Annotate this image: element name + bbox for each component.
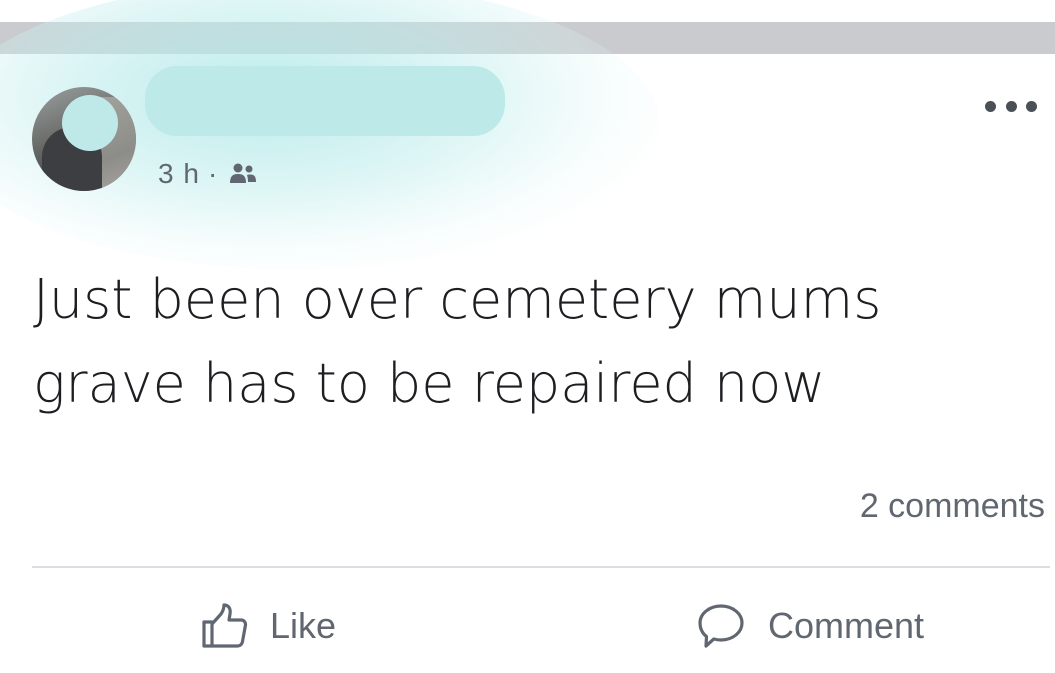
meta-separator: · [207, 158, 219, 189]
post-body: Just been over cemetery mums grave has to… [33, 258, 1023, 426]
comment-count[interactable]: 2 comments [860, 487, 1045, 526]
top-strip [0, 0, 1055, 22]
thumbs-up-icon [202, 603, 248, 648]
post-screenshot: 3 h · Just been over cemetery mums grave … [0, 0, 1055, 673]
more-dot [1005, 100, 1017, 112]
like-button[interactable]: Like [200, 596, 336, 656]
post-meta: 3 h · [158, 156, 258, 192]
friends-icon [230, 163, 257, 183]
post-timestamp[interactable]: 3 h [158, 158, 200, 190]
header-separator-bar [0, 22, 1055, 54]
post-text-line-2: grave has to be repaired now [33, 352, 826, 415]
post-text-line-1: Just been over cemetery mums [33, 268, 882, 331]
like-label: Like [270, 605, 337, 646]
more-options-icon[interactable] [985, 96, 1037, 116]
comment-bubble-icon [698, 604, 744, 648]
actions-divider [32, 566, 1050, 568]
avatar[interactable] [32, 87, 136, 191]
comment-label: Comment [768, 605, 925, 646]
avatar-face-redaction [62, 95, 118, 151]
redacted-author-name [145, 66, 505, 136]
more-dot [1026, 100, 1037, 112]
more-dot [985, 100, 996, 112]
comment-button[interactable]: Comment [696, 596, 924, 656]
